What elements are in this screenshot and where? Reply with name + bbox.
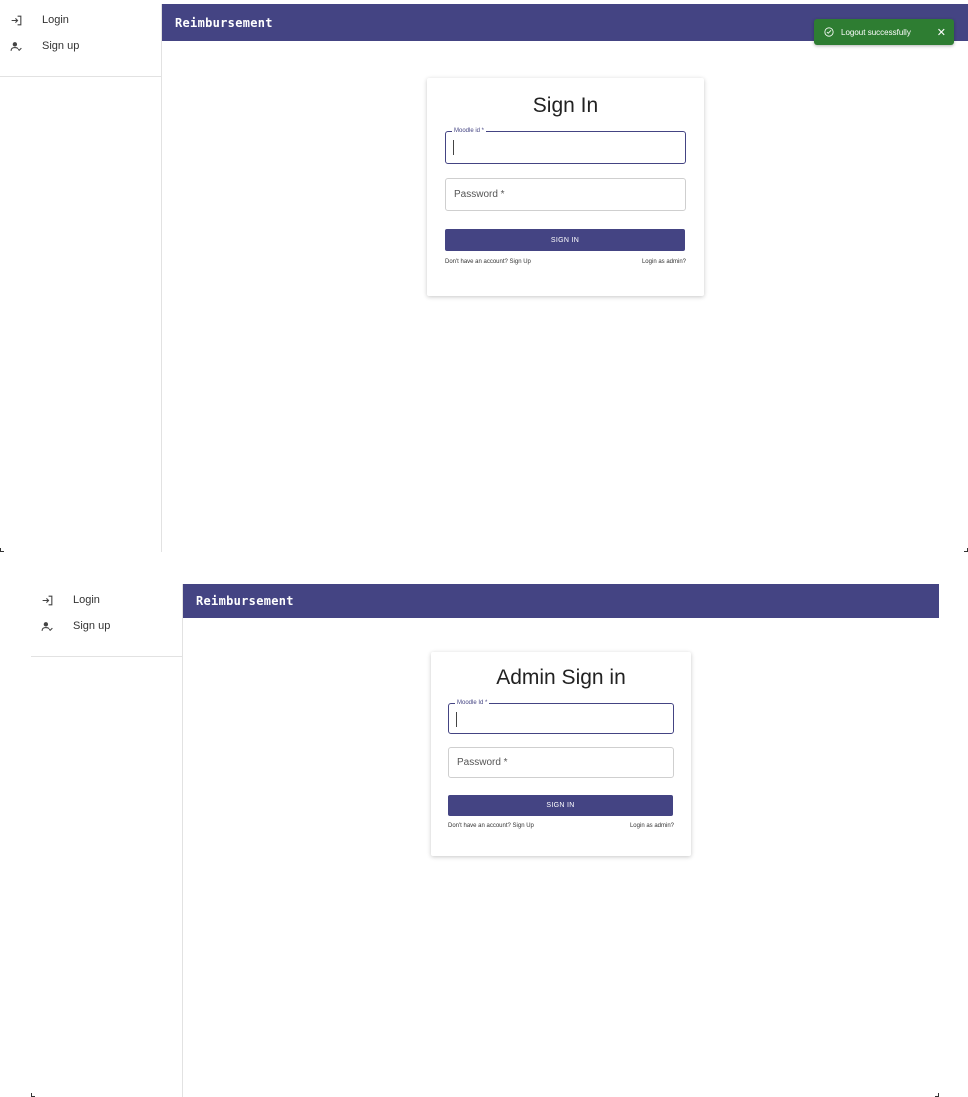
app-bar: Reimbursement — [183, 584, 939, 618]
moodle-id-input[interactable] — [449, 704, 673, 733]
sidebar-item-login[interactable]: Login — [31, 590, 182, 610]
sign-in-button[interactable]: SIGN IN — [445, 229, 685, 251]
password-field[interactable] — [448, 747, 674, 778]
signin-links: Don't have an account? Sign Up Login as … — [448, 823, 674, 829]
sidebar-item-signup[interactable]: Sign up — [0, 36, 161, 56]
admin-signin-screen: Login Sign up Reimbursement Admin Sign i… — [31, 584, 939, 1097]
moodle-id-input[interactable] — [446, 132, 685, 163]
moodle-id-label: Moodle id * — [452, 127, 487, 135]
app-title: Reimbursement — [196, 594, 294, 608]
sidebar: Login Sign up — [31, 584, 183, 1097]
sign-up-link[interactable]: Don't have an account? Sign Up — [448, 823, 534, 829]
admin-login-link[interactable]: Login as admin? — [642, 259, 686, 265]
person-add-icon — [40, 619, 54, 633]
corner-mark — [935, 1093, 939, 1097]
password-field[interactable] — [445, 178, 686, 211]
check-circle-icon — [824, 27, 834, 37]
signin-screen: Login Sign up Reimbursement Sign In Mood… — [0, 4, 968, 552]
text-cursor — [453, 140, 454, 155]
person-add-icon — [9, 39, 23, 53]
logout-toast: Logout successfully ✕ — [814, 19, 954, 45]
admin-login-link[interactable]: Login as admin? — [630, 823, 674, 829]
moodle-id-label: Moodle Id * — [455, 699, 490, 707]
moodle-id-field[interactable]: Moodle Id * — [448, 699, 674, 734]
page-title: Admin Sign in — [496, 666, 626, 689]
sign-up-link[interactable]: Don't have an account? Sign Up — [445, 259, 531, 265]
moodle-id-field[interactable]: Moodle id * — [445, 127, 686, 164]
corner-mark — [964, 548, 968, 552]
sidebar-item-signup[interactable]: Sign up — [31, 616, 182, 636]
app-title: Reimbursement — [175, 15, 273, 30]
sidebar-item-login[interactable]: Login — [0, 10, 161, 30]
page-title: Sign In — [532, 94, 599, 117]
sidebar-item-label: Login — [73, 594, 100, 606]
signin-links: Don't have an account? Sign Up Login as … — [445, 259, 686, 265]
sidebar-item-label: Sign up — [42, 40, 80, 52]
signin-card: Sign In Moodle id * SIGN IN Don't have a… — [427, 78, 704, 296]
text-cursor — [456, 712, 457, 727]
sidebar-item-label: Sign up — [73, 620, 111, 632]
sidebar-item-label: Login — [42, 14, 69, 26]
close-icon[interactable]: ✕ — [937, 26, 946, 39]
corner-mark — [0, 548, 4, 552]
corner-mark — [31, 1093, 35, 1097]
login-icon — [40, 593, 54, 607]
sidebar: Login Sign up — [0, 4, 162, 552]
admin-signin-card: Admin Sign in Moodle Id * SIGN IN Don't … — [431, 652, 691, 856]
password-input[interactable] — [446, 179, 685, 210]
sign-in-button[interactable]: SIGN IN — [448, 795, 673, 816]
toast-message: Logout successfully — [841, 27, 911, 37]
login-icon — [9, 13, 23, 27]
sidebar-list: Login Sign up — [0, 4, 161, 77]
password-input[interactable] — [449, 748, 673, 777]
sidebar-list: Login Sign up — [31, 584, 182, 657]
